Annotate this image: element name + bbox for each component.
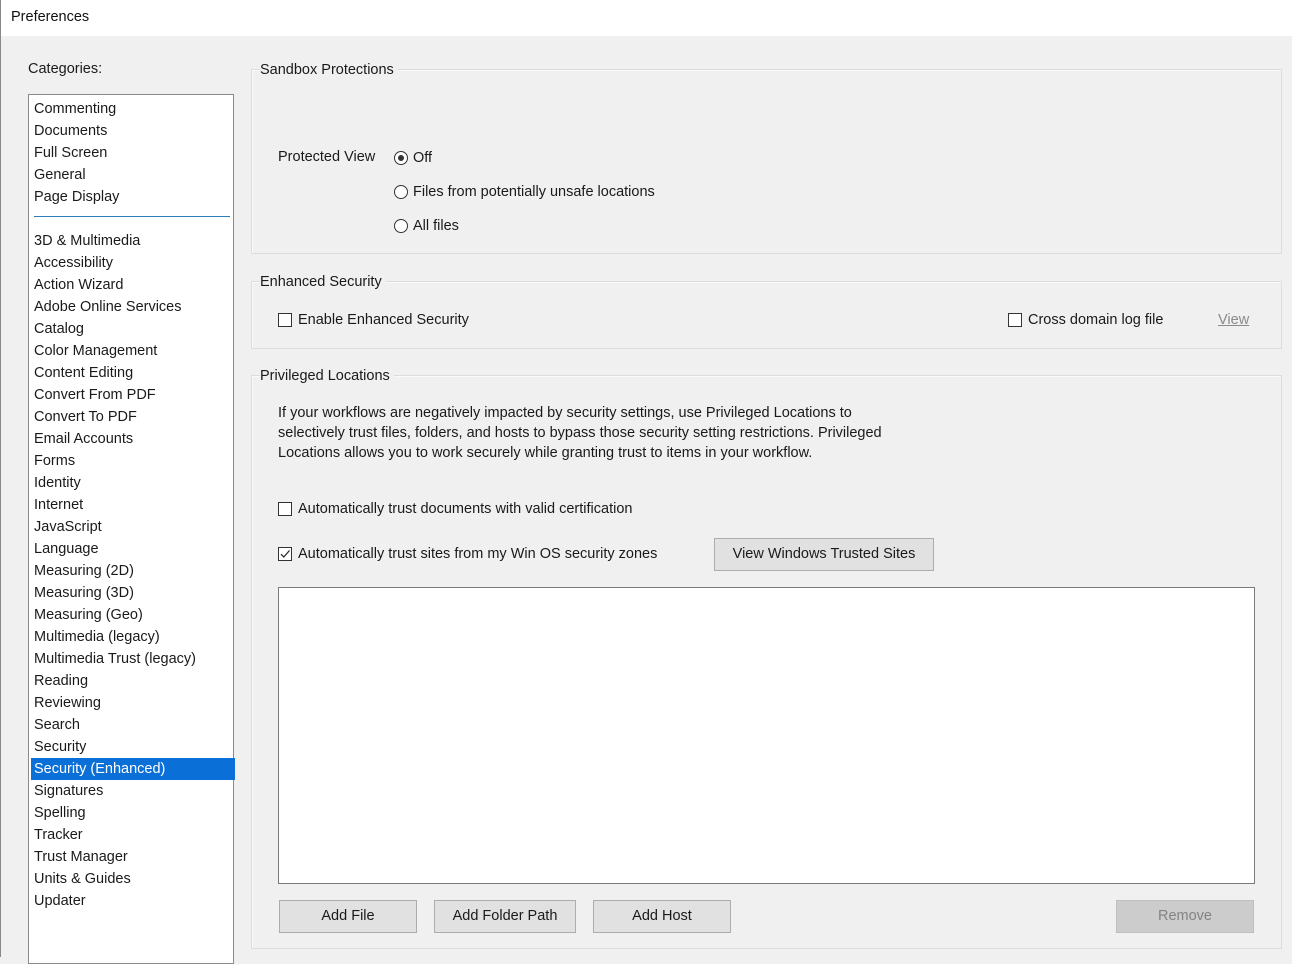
category-separator — [34, 216, 230, 217]
category-item[interactable]: Updater — [31, 890, 235, 912]
category-item[interactable]: Measuring (3D) — [31, 582, 235, 604]
sandbox-protections-title: Sandbox Protections — [260, 61, 398, 79]
trust-os-security-zones-checkbox[interactable] — [278, 547, 292, 561]
radio-protected-view-all-files[interactable] — [394, 219, 408, 233]
category-item[interactable]: Page Display — [31, 186, 235, 208]
category-item[interactable]: Spelling — [31, 802, 235, 824]
category-item[interactable]: Security — [31, 736, 235, 758]
category-item[interactable]: Measuring (2D) — [31, 560, 235, 582]
trust-certified-documents-checkbox[interactable] — [278, 502, 292, 516]
add-host-button[interactable]: Add Host — [593, 900, 731, 933]
enhanced-security-title: Enhanced Security — [260, 273, 386, 291]
category-item[interactable]: General — [31, 164, 235, 186]
privileged-locations-description: If your workflows are negatively impacte… — [278, 405, 882, 461]
category-item[interactable]: 3D & Multimedia — [31, 230, 235, 252]
category-item[interactable]: Trust Manager — [31, 846, 235, 868]
category-item[interactable]: Accessibility — [31, 252, 235, 274]
view-windows-trusted-sites-button[interactable]: View Windows Trusted Sites — [714, 538, 934, 571]
category-item[interactable]: Language — [31, 538, 235, 560]
trust-os-security-zones-label[interactable]: Automatically trust sites from my Win OS… — [298, 545, 657, 563]
cross-domain-log-checkbox[interactable] — [1008, 313, 1022, 327]
category-item[interactable]: Reviewing — [31, 692, 235, 714]
category-item[interactable]: Multimedia Trust (legacy) — [31, 648, 235, 670]
cross-domain-log-label[interactable]: Cross domain log file — [1028, 311, 1163, 329]
category-item[interactable]: Email Accounts — [31, 428, 235, 450]
category-item[interactable]: Internet — [31, 494, 235, 516]
category-item[interactable]: Signatures — [31, 780, 235, 802]
category-item[interactable]: Reading — [31, 670, 235, 692]
category-item[interactable]: Full Screen — [31, 142, 235, 164]
category-item[interactable]: Documents — [31, 120, 235, 142]
window-border — [0, 36, 1, 957]
category-item[interactable]: Content Editing — [31, 362, 235, 384]
category-item[interactable]: Measuring (Geo) — [31, 604, 235, 626]
enable-enhanced-security-checkbox[interactable] — [278, 313, 292, 327]
category-item[interactable]: Tracker — [31, 824, 235, 846]
category-item[interactable]: Commenting — [31, 98, 235, 120]
add-folder-path-button[interactable]: Add Folder Path — [434, 900, 576, 933]
category-item[interactable]: Action Wizard — [31, 274, 235, 296]
enable-enhanced-security-label[interactable]: Enable Enhanced Security — [298, 311, 469, 329]
category-item[interactable]: Units & Guides — [31, 868, 235, 890]
trust-certified-documents-label[interactable]: Automatically trust documents with valid… — [298, 500, 632, 518]
radio-protected-view-unsafe-locations[interactable] — [394, 185, 408, 199]
window-title: Preferences — [11, 9, 90, 25]
add-file-button[interactable]: Add File — [279, 900, 417, 933]
category-item[interactable]: Search — [31, 714, 235, 736]
category-item[interactable]: Adobe Online Services — [31, 296, 235, 318]
view-log-link[interactable]: View — [1218, 311, 1249, 329]
title-bar: Preferences — [0, 0, 1292, 36]
radio-label-all-files[interactable]: All files — [413, 217, 459, 235]
privileged-locations-list[interactable] — [278, 587, 1255, 884]
category-item-selected[interactable]: Security (Enhanced) — [31, 758, 235, 780]
category-item[interactable]: Multimedia (legacy) — [31, 626, 235, 648]
category-item[interactable]: Color Management — [31, 340, 235, 362]
category-item[interactable]: Convert From PDF — [31, 384, 235, 406]
category-item[interactable]: JavaScript — [31, 516, 235, 538]
radio-protected-view-off[interactable] — [394, 151, 408, 165]
protected-view-label: Protected View — [278, 149, 376, 165]
radio-label-off[interactable]: Off — [413, 149, 432, 167]
categories-list[interactable]: Commenting Documents Full Screen General… — [28, 94, 235, 964]
category-item[interactable]: Convert To PDF — [31, 406, 235, 428]
privileged-locations-title: Privileged Locations — [260, 367, 394, 385]
category-item[interactable]: Forms — [31, 450, 235, 472]
remove-button: Remove — [1116, 900, 1254, 933]
categories-label: Categories: — [28, 61, 103, 77]
radio-label-unsafe-locations[interactable]: Files from potentially unsafe locations — [413, 183, 655, 201]
category-item[interactable]: Catalog — [31, 318, 235, 340]
checkmark-icon — [280, 550, 290, 558]
category-item[interactable]: Identity — [31, 472, 235, 494]
